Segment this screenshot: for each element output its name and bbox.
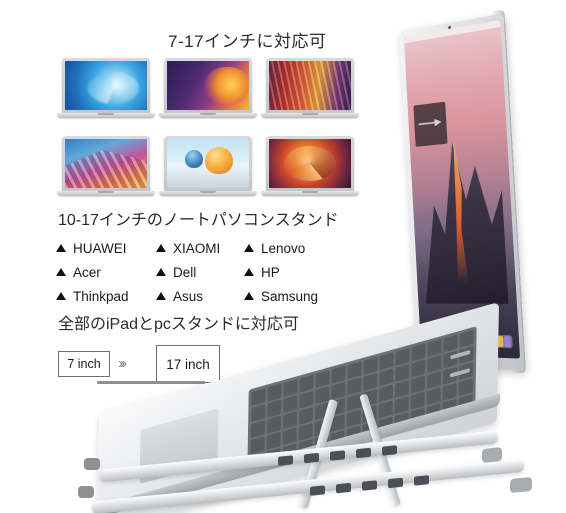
keyboard-key	[395, 363, 410, 382]
brand-item: HP	[244, 265, 354, 280]
keyboard-key	[298, 406, 314, 425]
laptop-thumbnail-grid	[57, 58, 359, 198]
product-image: 7-17インチに対応可 10-17インチのノートパソコンスタンド HUAWEI …	[0, 0, 566, 513]
laptop-thumb-orange-swirl	[261, 136, 359, 198]
keyboard-key	[426, 387, 441, 406]
keyboard-key	[267, 383, 282, 402]
triangle-bullet-icon	[244, 268, 254, 276]
triangle-bullet-icon	[156, 244, 166, 252]
brand-row: Acer Dell HP	[56, 260, 356, 284]
keyboard-key	[267, 399, 282, 418]
keyboard-key	[266, 415, 282, 434]
laptop-stand	[78, 301, 566, 513]
keyboard-key	[378, 400, 393, 419]
keyboard-key	[282, 411, 298, 430]
keyboard-key	[347, 377, 362, 396]
keyboard-key	[411, 359, 426, 378]
keyboard-key	[459, 330, 474, 349]
brand-row: HUAWEI XIAOMI Lenovo	[56, 236, 356, 260]
brand-label: Dell	[173, 264, 197, 280]
keyboard-key	[379, 352, 394, 371]
brand-item: Acer	[56, 265, 156, 280]
keyboard-key	[299, 390, 314, 409]
brand-item: HUAWEI	[56, 241, 156, 256]
keyboard-key	[458, 378, 473, 397]
keyboard-key	[282, 427, 297, 446]
keyboard-key	[251, 388, 266, 406]
keyboard-key	[315, 370, 330, 389]
brand-compatibility-list: HUAWEI XIAOMI Lenovo Acer Dell HP Thinkp…	[56, 236, 356, 308]
laptop-screen	[403, 20, 521, 359]
triangle-bullet-icon	[244, 244, 254, 252]
keyboard-key	[379, 368, 394, 387]
triangle-bullet-icon	[244, 292, 254, 300]
stand-foot	[482, 447, 502, 463]
keyboard-key	[443, 334, 458, 353]
keyboard-key	[283, 379, 298, 398]
keyboard-key	[363, 356, 378, 375]
triangle-bullet-icon	[156, 268, 166, 276]
brand-item: Dell	[156, 265, 244, 280]
laptop-thumb-balloons	[159, 136, 257, 198]
keyboard-key	[299, 374, 314, 393]
subheading-laptop-stand: 10-17インチのノートパソコンスタンド	[58, 212, 339, 229]
stand-foot	[84, 458, 100, 470]
keyboard-key	[427, 355, 442, 374]
triangle-bullet-icon	[56, 244, 66, 252]
keyboard-key	[427, 338, 442, 357]
brand-label: XIAOMI	[173, 240, 221, 256]
laptop-thumb-geometric	[57, 136, 155, 198]
brand-item: Thinkpad	[56, 289, 156, 304]
keyboard-key	[394, 396, 409, 415]
keyboard-key	[411, 343, 426, 362]
keyboard-key	[378, 384, 394, 403]
keyboard-key	[395, 347, 410, 366]
brand-label: HUAWEI	[73, 240, 127, 256]
keyboard-key	[346, 409, 361, 428]
brand-label: Asus	[173, 288, 204, 304]
triangle-bullet-icon	[56, 292, 66, 300]
headline-size-range: 7-17インチに対応可	[168, 32, 327, 51]
keyboard-key	[266, 431, 281, 450]
keyboard-key	[250, 436, 265, 455]
brand-label: Lenovo	[261, 240, 306, 256]
keyboard-key	[298, 422, 313, 441]
brand-item: Lenovo	[244, 241, 354, 256]
keyboard-key	[394, 380, 410, 398]
keyboard-key	[363, 372, 378, 391]
laptop-thumb-purple-orange	[159, 58, 257, 120]
keyboard-key	[410, 391, 425, 410]
keyboard-key	[442, 382, 457, 401]
brand-item: XIAOMI	[156, 241, 244, 256]
keyboard-key	[426, 371, 442, 390]
keyboard-key	[410, 375, 426, 394]
brand-label: HP	[261, 264, 280, 280]
keyboard-key	[251, 404, 266, 423]
triangle-bullet-icon	[56, 268, 66, 276]
triangle-bullet-icon	[156, 292, 166, 300]
brand-label: Samsung	[261, 288, 319, 304]
brand-label: Thinkpad	[73, 288, 129, 304]
keyboard-key	[315, 386, 330, 405]
brand-label: Acer	[73, 264, 101, 280]
keyboard-key	[283, 395, 298, 414]
laptop-thumb-blue-swirl	[57, 58, 155, 120]
keyboard-key	[331, 381, 346, 400]
stand-foot	[78, 486, 94, 498]
brand-item: Asus	[156, 289, 244, 304]
keyboard-key	[250, 420, 266, 439]
keyboard-key	[347, 361, 362, 380]
keyboard-key	[331, 365, 346, 384]
stand-foot	[510, 476, 532, 494]
brand-row: Thinkpad Asus Samsung	[56, 284, 356, 308]
brand-item: Samsung	[244, 289, 354, 304]
laptop-thumb-feathers	[261, 58, 359, 120]
desktop-window	[413, 101, 448, 147]
